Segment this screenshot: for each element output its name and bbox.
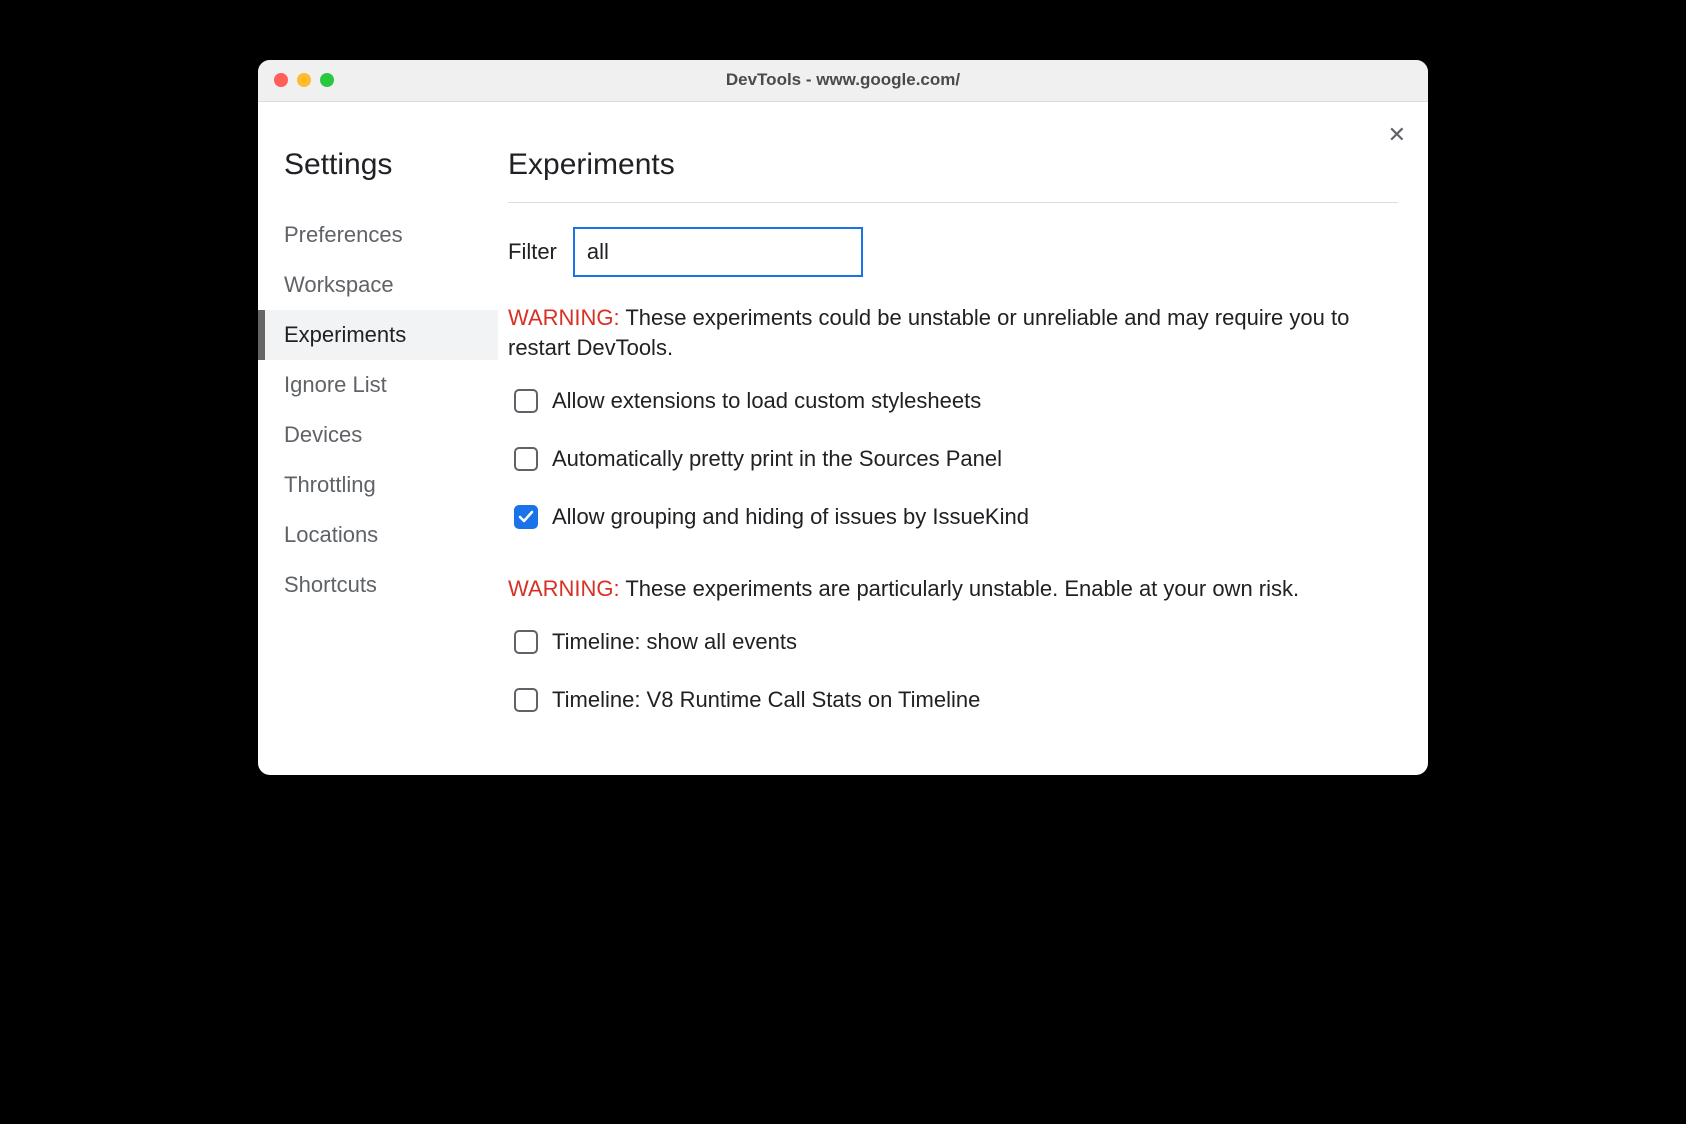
experiment-item: Automatically pretty print in the Source… <box>508 446 1398 472</box>
devtools-window: DevTools - www.google.com/ ✕ Settings Pr… <box>258 60 1428 775</box>
experiment-item: Timeline: show all events <box>508 629 1398 655</box>
warning-risky: WARNING: These experiments are particula… <box>508 574 1398 605</box>
sidebar-item-devices[interactable]: Devices <box>258 410 498 460</box>
warning-text: These experiments are particularly unsta… <box>620 576 1300 601</box>
experiment-item: Timeline: V8 Runtime Call Stats on Timel… <box>508 687 1398 713</box>
experiment-label: Timeline: show all events <box>552 629 797 655</box>
window-body: ✕ Settings PreferencesWorkspaceExperimen… <box>258 102 1428 775</box>
experiment-label: Allow grouping and hiding of issues by I… <box>552 504 1029 530</box>
warning-unstable: WARNING: These experiments could be unst… <box>508 303 1398 365</box>
page-title: Experiments <box>508 148 1398 182</box>
experiment-label: Timeline: V8 Runtime Call Stats on Timel… <box>552 687 980 713</box>
experiment-item: Allow grouping and hiding of issues by I… <box>508 504 1398 530</box>
close-settings-button[interactable]: ✕ <box>1388 124 1406 146</box>
traffic-lights <box>274 73 334 87</box>
settings-sidebar: Settings PreferencesWorkspaceExperiments… <box>258 102 498 775</box>
warning-prefix: WARNING: <box>508 305 620 330</box>
experiments-group-2: Timeline: show all events Timeline: V8 Ru… <box>508 629 1398 713</box>
window-title: DevTools - www.google.com/ <box>258 70 1428 90</box>
experiment-checkbox[interactable] <box>514 505 538 529</box>
filter-input[interactable] <box>573 227 863 277</box>
experiments-group-1: Allow extensions to load custom styleshe… <box>508 388 1398 530</box>
close-window-button[interactable] <box>274 73 288 87</box>
filter-row: Filter <box>508 227 1398 277</box>
experiment-item: Allow extensions to load custom styleshe… <box>508 388 1398 414</box>
warning-text: These experiments could be unstable or u… <box>508 305 1349 361</box>
sidebar-item-experiments[interactable]: Experiments <box>258 310 498 360</box>
sidebar-item-preferences[interactable]: Preferences <box>258 210 498 260</box>
experiment-checkbox[interactable] <box>514 389 538 413</box>
sidebar-item-locations[interactable]: Locations <box>258 510 498 560</box>
sidebar-nav: PreferencesWorkspaceExperimentsIgnore Li… <box>258 210 498 610</box>
minimize-window-button[interactable] <box>297 73 311 87</box>
experiment-label: Allow extensions to load custom styleshe… <box>552 388 981 414</box>
experiment-checkbox[interactable] <box>514 630 538 654</box>
sidebar-item-throttling[interactable]: Throttling <box>258 460 498 510</box>
maximize-window-button[interactable] <box>320 73 334 87</box>
sidebar-item-shortcuts[interactable]: Shortcuts <box>258 560 498 610</box>
filter-label: Filter <box>508 239 557 265</box>
settings-content: Experiments Filter WARNING: These experi… <box>498 102 1428 775</box>
sidebar-item-workspace[interactable]: Workspace <box>258 260 498 310</box>
experiment-checkbox[interactable] <box>514 447 538 471</box>
sidebar-title: Settings <box>258 148 498 182</box>
sidebar-item-ignore-list[interactable]: Ignore List <box>258 360 498 410</box>
divider <box>508 202 1398 203</box>
experiment-label: Automatically pretty print in the Source… <box>552 446 1002 472</box>
experiment-checkbox[interactable] <box>514 688 538 712</box>
titlebar: DevTools - www.google.com/ <box>258 60 1428 102</box>
warning-prefix: WARNING: <box>508 576 620 601</box>
